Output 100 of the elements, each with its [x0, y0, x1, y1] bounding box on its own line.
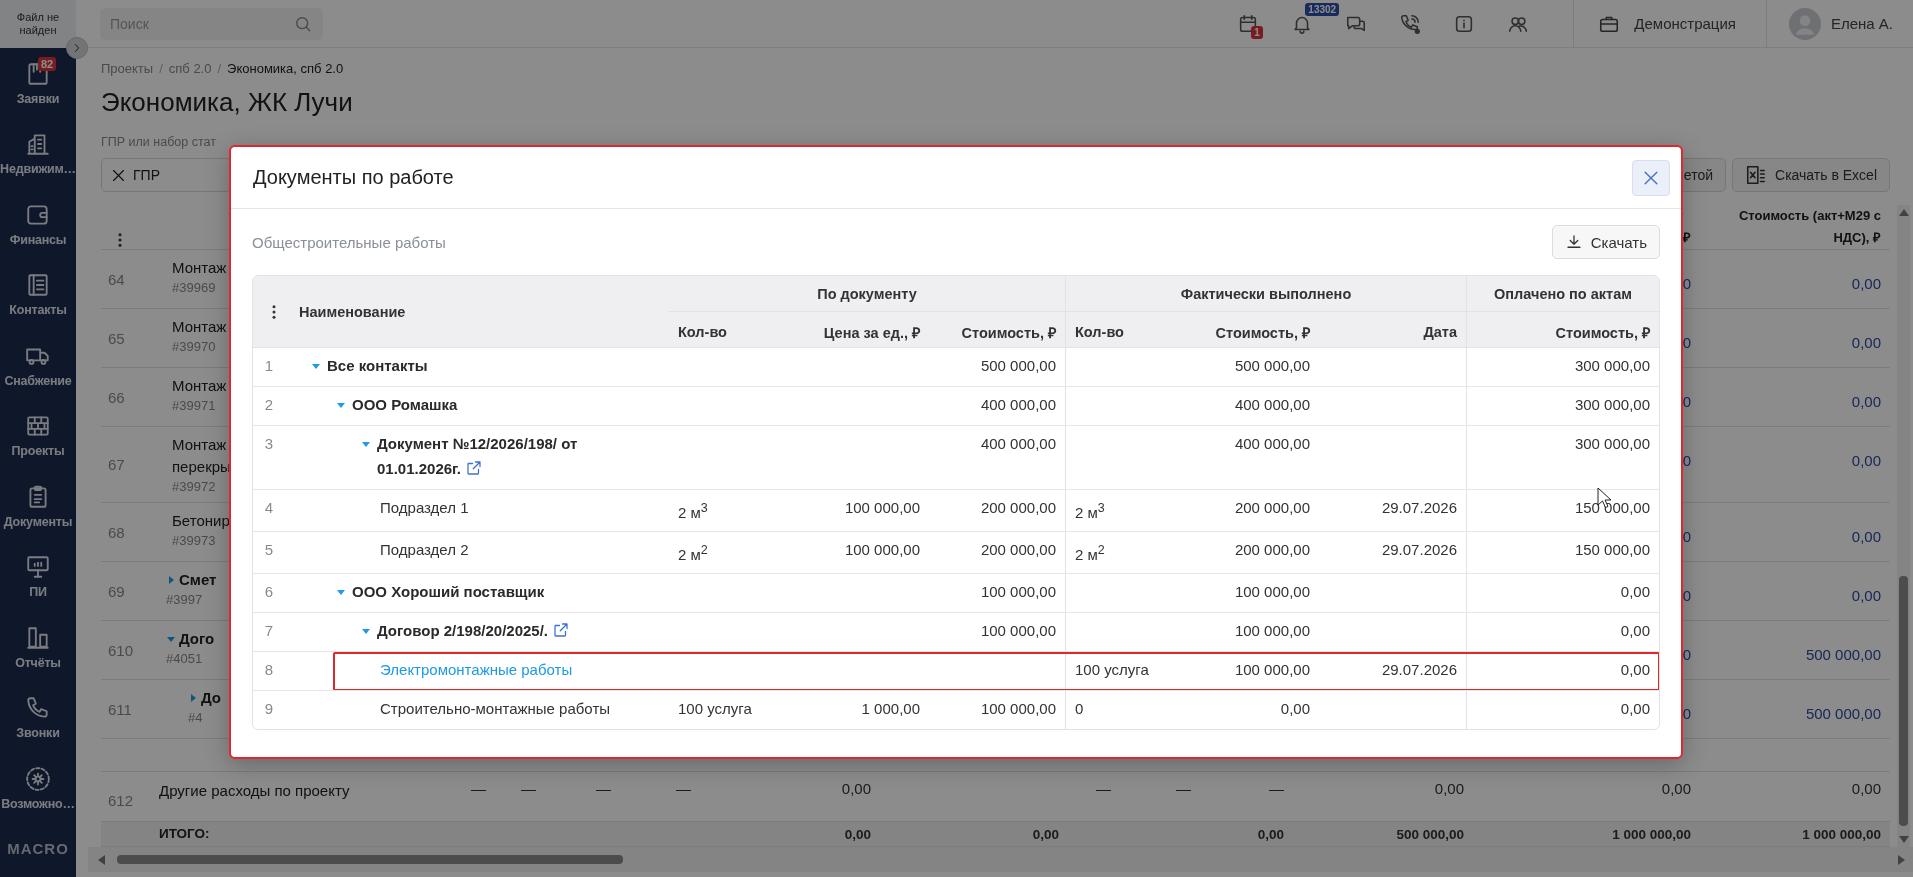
- caret-icon[interactable]: [336, 400, 346, 410]
- caret-icon[interactable]: [166, 634, 176, 644]
- caret-icon[interactable]: [188, 693, 198, 703]
- horizontal-scrollbar[interactable]: [88, 847, 1913, 872]
- row-code: #39971: [172, 397, 216, 415]
- row-number: 64: [108, 270, 125, 288]
- table-cell-text: 150 000,00: [1574, 540, 1650, 560]
- breadcrumb-link[interactable]: Экономика, спб 2.0: [227, 60, 344, 76]
- table-cell-text: 29.07.2026: [1381, 540, 1457, 560]
- table-cell: 0,00: [841, 780, 871, 797]
- download-icon: [1564, 233, 1583, 251]
- table-cell-text: 0,00: [1620, 699, 1650, 719]
- table-cell-text: 100 000,00: [844, 540, 920, 560]
- table-cell: 0: [1682, 393, 1691, 410]
- row-name: Строительно-монтажные работы: [380, 699, 611, 719]
- row-number: 67: [108, 456, 125, 473]
- caret-icon[interactable]: [336, 587, 346, 597]
- nav-item[interactable]: Отчёты: [0, 612, 76, 683]
- table-cell: 0,00: [844, 826, 871, 842]
- row-number: 68: [108, 523, 125, 541]
- table-cell-text: 100 000,00: [980, 621, 1056, 641]
- building-icon: [25, 131, 51, 158]
- nav-item[interactable]: Контакты: [0, 259, 76, 330]
- table-cell-text: 29.07.2026: [1381, 498, 1457, 518]
- column-header: ₽: [1683, 229, 1691, 247]
- row-name: Монтаж: [172, 376, 227, 396]
- close-button[interactable]: [1632, 159, 1670, 196]
- table-cell-text: 500 000,00: [980, 356, 1056, 376]
- column-header: Стоимость, ₽: [961, 323, 1056, 342]
- table-cell: 1 000 000,00: [1612, 826, 1691, 842]
- caret-icon[interactable]: [311, 361, 321, 371]
- caret-icon[interactable]: [166, 575, 176, 585]
- column-header: Цена за ед., ₽: [823, 323, 920, 342]
- expand-button[interactable]: [66, 37, 88, 59]
- table-cell: 500 000,00: [1396, 826, 1464, 842]
- nav-item[interactable]: Финансы: [0, 189, 76, 260]
- table-cell: 0,00: [1851, 452, 1881, 469]
- nav-item[interactable]: Проекты: [0, 400, 76, 471]
- nav-item[interactable]: Снабжение: [0, 330, 76, 401]
- nav-item[interactable]: Звонки: [0, 682, 76, 753]
- user-menu[interactable]: Елена А.: [1766, 0, 1893, 48]
- row-number: 8: [264, 660, 274, 680]
- row-code: #39969: [172, 279, 216, 297]
- table-cell-text: 200 000,00: [1234, 540, 1310, 560]
- external-link-icon[interactable]: [465, 459, 483, 477]
- nav-item[interactable]: Возможно…: [0, 753, 76, 824]
- row-name: Монтаж: [172, 317, 227, 337]
- nav-item[interactable]: Недвижим…: [0, 118, 76, 189]
- table-cell-text: 29.07.2026: [1381, 660, 1457, 680]
- spreadsheet-icon: [1745, 164, 1768, 186]
- row-name: ООО Ромашка: [352, 395, 458, 415]
- table-cell: 0: [1682, 587, 1691, 604]
- table-cell-text: 400 000,00: [1234, 395, 1310, 415]
- vertical-scrollbar[interactable]: [1897, 205, 1910, 847]
- caret-icon[interactable]: [361, 626, 371, 636]
- row-name: Смет: [179, 570, 217, 590]
- row-number: 66: [108, 388, 125, 406]
- table-cell-text: 100 000,00: [980, 582, 1056, 602]
- table-cell: 0: [1682, 705, 1691, 722]
- table-cell-text: 100 000,00: [1234, 660, 1310, 680]
- download-button[interactable]: Скачать: [1551, 225, 1660, 259]
- phone-icon[interactable]: [1399, 12, 1422, 35]
- book-icon: [25, 272, 51, 299]
- toolbar-button[interactable]: Скачать в Excel: [1732, 158, 1890, 192]
- nav-item[interactable]: Документы: [0, 471, 76, 542]
- external-link-icon[interactable]: [552, 621, 571, 639]
- column-group-header: По документу: [817, 285, 917, 302]
- row-number: 69: [108, 582, 125, 600]
- company-button[interactable]: Демонстрация: [1573, 0, 1767, 48]
- table-cell: 0,00: [1661, 780, 1691, 797]
- breadcrumb-link[interactable]: Проекты: [101, 60, 154, 76]
- table-cell: —: [1096, 780, 1111, 797]
- row-name: ООО Хороший поставщик: [352, 582, 545, 602]
- count-badge: 1: [1251, 25, 1263, 39]
- row-name: Все контакты: [327, 356, 428, 376]
- row-number: 5: [264, 540, 274, 560]
- column-group-header: Фактически выполнено: [1180, 285, 1352, 302]
- row-code: #3997: [166, 591, 203, 609]
- table-cell-text: 0,00: [1620, 582, 1650, 602]
- row-name: Подраздел 1: [380, 498, 469, 518]
- table-cell-text: 200 000,00: [980, 498, 1056, 518]
- nav-item[interactable]: ПИ: [0, 541, 76, 612]
- row-number: 2: [264, 395, 274, 415]
- table-cell: 0,00: [1032, 826, 1059, 842]
- table-cell-text: 300 000,00: [1574, 434, 1650, 454]
- caret-icon[interactable]: [361, 439, 371, 449]
- table-cell-text: 0: [1075, 699, 1084, 719]
- count-badge: 82: [38, 56, 57, 71]
- row-name: Монтаж перекры: [172, 435, 232, 477]
- breadcrumb-link[interactable]: спб 2.0: [168, 60, 212, 76]
- column-header: Стоимость, ₽: [1555, 323, 1650, 342]
- table-cell-text: 100 000,00: [1234, 582, 1310, 602]
- table-cell: 0: [1682, 334, 1691, 351]
- table-cell-text: 100 услуга: [1075, 660, 1149, 680]
- table-cell-text: 400 000,00: [1234, 434, 1310, 454]
- avatar-icon: [1788, 7, 1821, 40]
- table-cell: 1 000 000,00: [1802, 826, 1881, 842]
- row-number: 7: [264, 621, 274, 641]
- breadcrumb-separator: /: [217, 60, 222, 76]
- table-cell-text: 300 000,00: [1574, 395, 1650, 415]
